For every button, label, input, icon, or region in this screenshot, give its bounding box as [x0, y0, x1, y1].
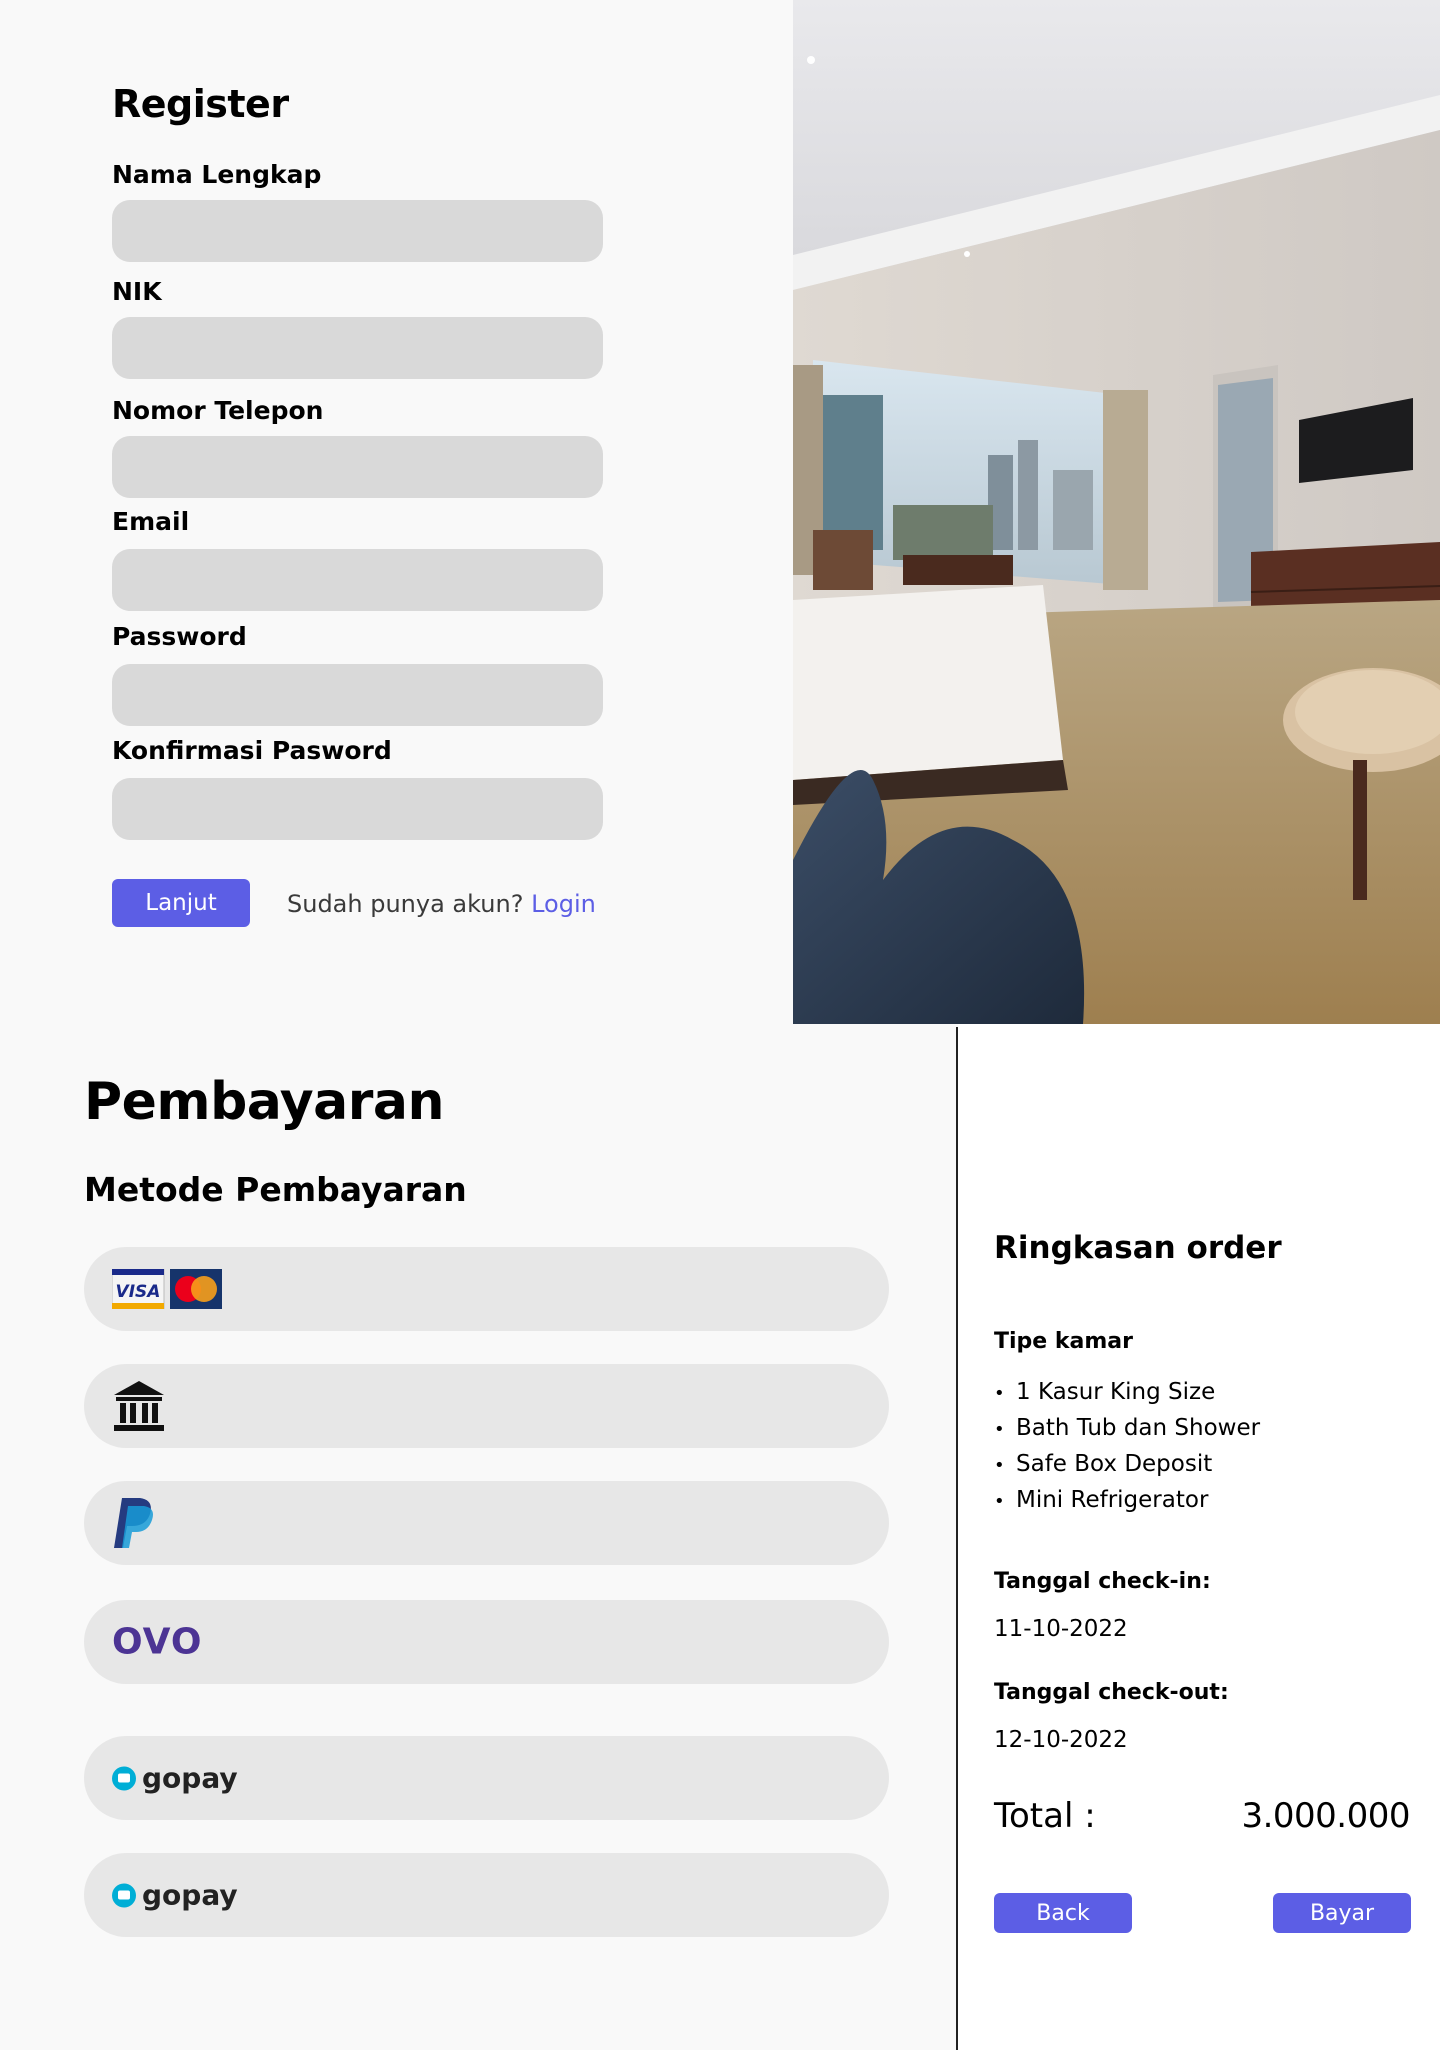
gopay-label: gopay: [142, 1878, 238, 1912]
checkin-label: Tanggal check-in: [994, 1569, 1202, 1594]
gopay-icon: gopay: [112, 1762, 238, 1795]
total-value: 3.000.000: [1241, 1796, 1410, 1836]
nik-input[interactable]: [112, 317, 603, 379]
room-type-label: Tipe kamar: [994, 1329, 1133, 1354]
pay-button[interactable]: Bayar: [1273, 1893, 1411, 1933]
full-name-input[interactable]: [112, 200, 603, 262]
full-name-label: Nama Lengkap: [112, 160, 322, 189]
ovo-icon: OVO: [112, 1622, 202, 1663]
amenities-list: 1 Kasur King Size Bath Tub dan Shower Sa…: [994, 1374, 1260, 1518]
payment-title: Pembayaran: [84, 1072, 445, 1132]
checkout-colon: :: [1220, 1680, 1229, 1705]
summary-title: Ringkasan order: [994, 1230, 1282, 1266]
checkout-value: 12-10-2022: [994, 1727, 1128, 1753]
back-button[interactable]: Back: [994, 1893, 1132, 1933]
gopay-label: gopay: [142, 1761, 238, 1795]
phone-input[interactable]: [112, 436, 603, 498]
payment-method-ovo[interactable]: OVO: [84, 1600, 889, 1684]
email-label: Email: [112, 507, 190, 536]
email-input[interactable]: [112, 549, 603, 611]
ovo-label: OVO: [112, 1621, 203, 1663]
phone-label: Nomor Telepon: [112, 396, 324, 425]
gopay-icon: gopay: [112, 1879, 238, 1912]
list-item: 1 Kasur King Size: [994, 1374, 1260, 1410]
total-label: Total :: [994, 1796, 1096, 1836]
payment-method-bank[interactable]: [84, 1364, 889, 1448]
checkin-value: 11-10-2022: [994, 1616, 1128, 1642]
confirm-password-label: Konfirmasi Pasword: [112, 736, 392, 765]
list-item: Bath Tub dan Shower: [994, 1410, 1260, 1446]
checkout-label: Tanggal check-out: [994, 1680, 1220, 1705]
payment-section: Pembayaran Metode Pembayaran VISA OVO go…: [0, 1024, 956, 2050]
payment-method-paypal[interactable]: [84, 1481, 889, 1565]
visa-text: VISA: [116, 1282, 161, 1302]
next-button[interactable]: Lanjut: [112, 879, 250, 927]
hotel-room-photo: [793, 0, 1440, 1024]
password-input[interactable]: [112, 664, 603, 726]
payment-method-heading: Metode Pembayaran: [84, 1170, 467, 1209]
nik-label: NIK: [112, 277, 162, 306]
checkin-colon: :: [1202, 1569, 1211, 1594]
list-item: Safe Box Deposit: [994, 1446, 1260, 1482]
order-summary: Ringkasan order Tipe kamar 1 Kasur King …: [958, 1024, 1440, 2050]
hotel-room-illustration: [793, 0, 1440, 1024]
payment-method-card[interactable]: VISA: [84, 1247, 889, 1331]
register-title: Register: [112, 82, 289, 126]
paypal-icon: [112, 1496, 156, 1550]
password-label: Password: [112, 622, 247, 651]
payment-method-gopay[interactable]: gopay: [84, 1736, 889, 1820]
login-prompt: Sudah punya akun? Login: [287, 890, 596, 918]
payment-method-gopay-2[interactable]: gopay: [84, 1853, 889, 1937]
register-form: Register Nama Lengkap NIK Nomor Telepon …: [0, 0, 793, 1024]
bank-icon: [112, 1379, 166, 1433]
confirm-password-input[interactable]: [112, 778, 603, 840]
visa-mastercard-icon: VISA: [112, 1269, 222, 1309]
list-item: Mini Refrigerator: [994, 1482, 1260, 1518]
login-prompt-text: Sudah punya akun?: [287, 890, 524, 918]
login-link[interactable]: Login: [531, 890, 596, 918]
